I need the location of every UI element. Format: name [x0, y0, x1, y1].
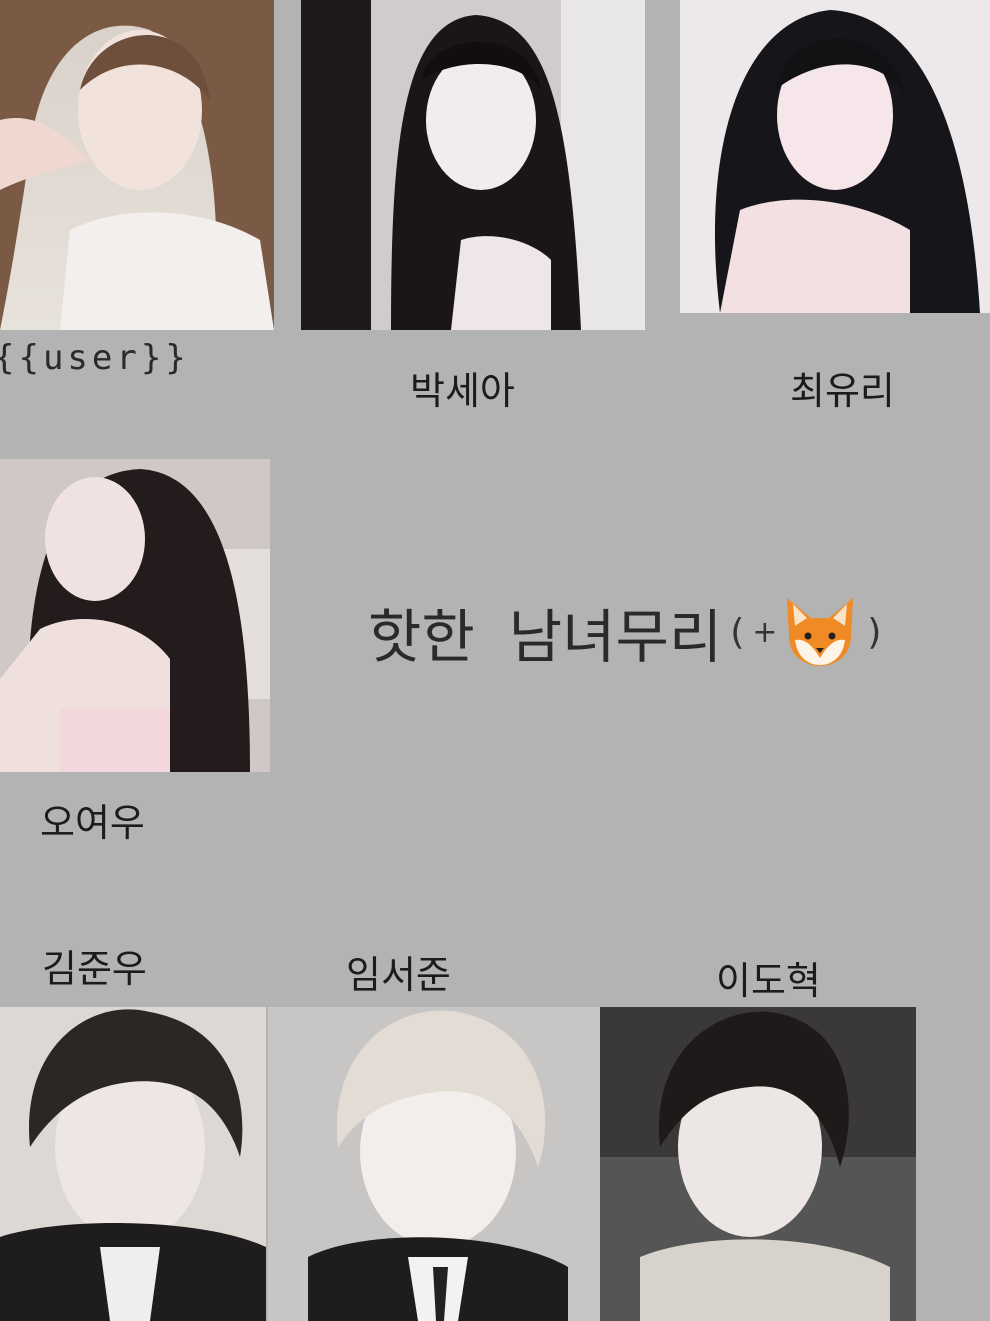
character-photo-seah — [301, 0, 645, 330]
character-photo-junwoo — [0, 1007, 266, 1321]
character-label-yuri: 최유리 — [790, 369, 895, 413]
character-photo-user — [0, 0, 274, 330]
title-paren-open: ( — [730, 611, 745, 653]
character-label-yeowoo: 오여우 — [40, 801, 145, 845]
character-label-seojun: 임서준 — [346, 953, 451, 997]
group-title: 핫한 남녀무리 ( + ) — [368, 590, 889, 674]
character-photo-yeowoo — [0, 459, 270, 772]
title-main: 핫한 — [368, 603, 475, 671]
character-label-seah: 박세아 — [410, 369, 515, 413]
character-label-user: {{user}} — [0, 338, 190, 378]
character-photo-dohyuk — [600, 1007, 916, 1321]
character-label-dohyuk: 이도혁 — [716, 959, 821, 1003]
character-label-junwoo: 김준우 — [42, 947, 147, 991]
fox-face-icon — [781, 596, 859, 668]
title-paren-close: ) — [867, 611, 882, 653]
title-second: 남녀무리 — [508, 603, 723, 671]
character-photo-yuri — [680, 0, 990, 313]
character-photo-seojun — [268, 1007, 600, 1321]
title-plus: + — [752, 614, 778, 650]
